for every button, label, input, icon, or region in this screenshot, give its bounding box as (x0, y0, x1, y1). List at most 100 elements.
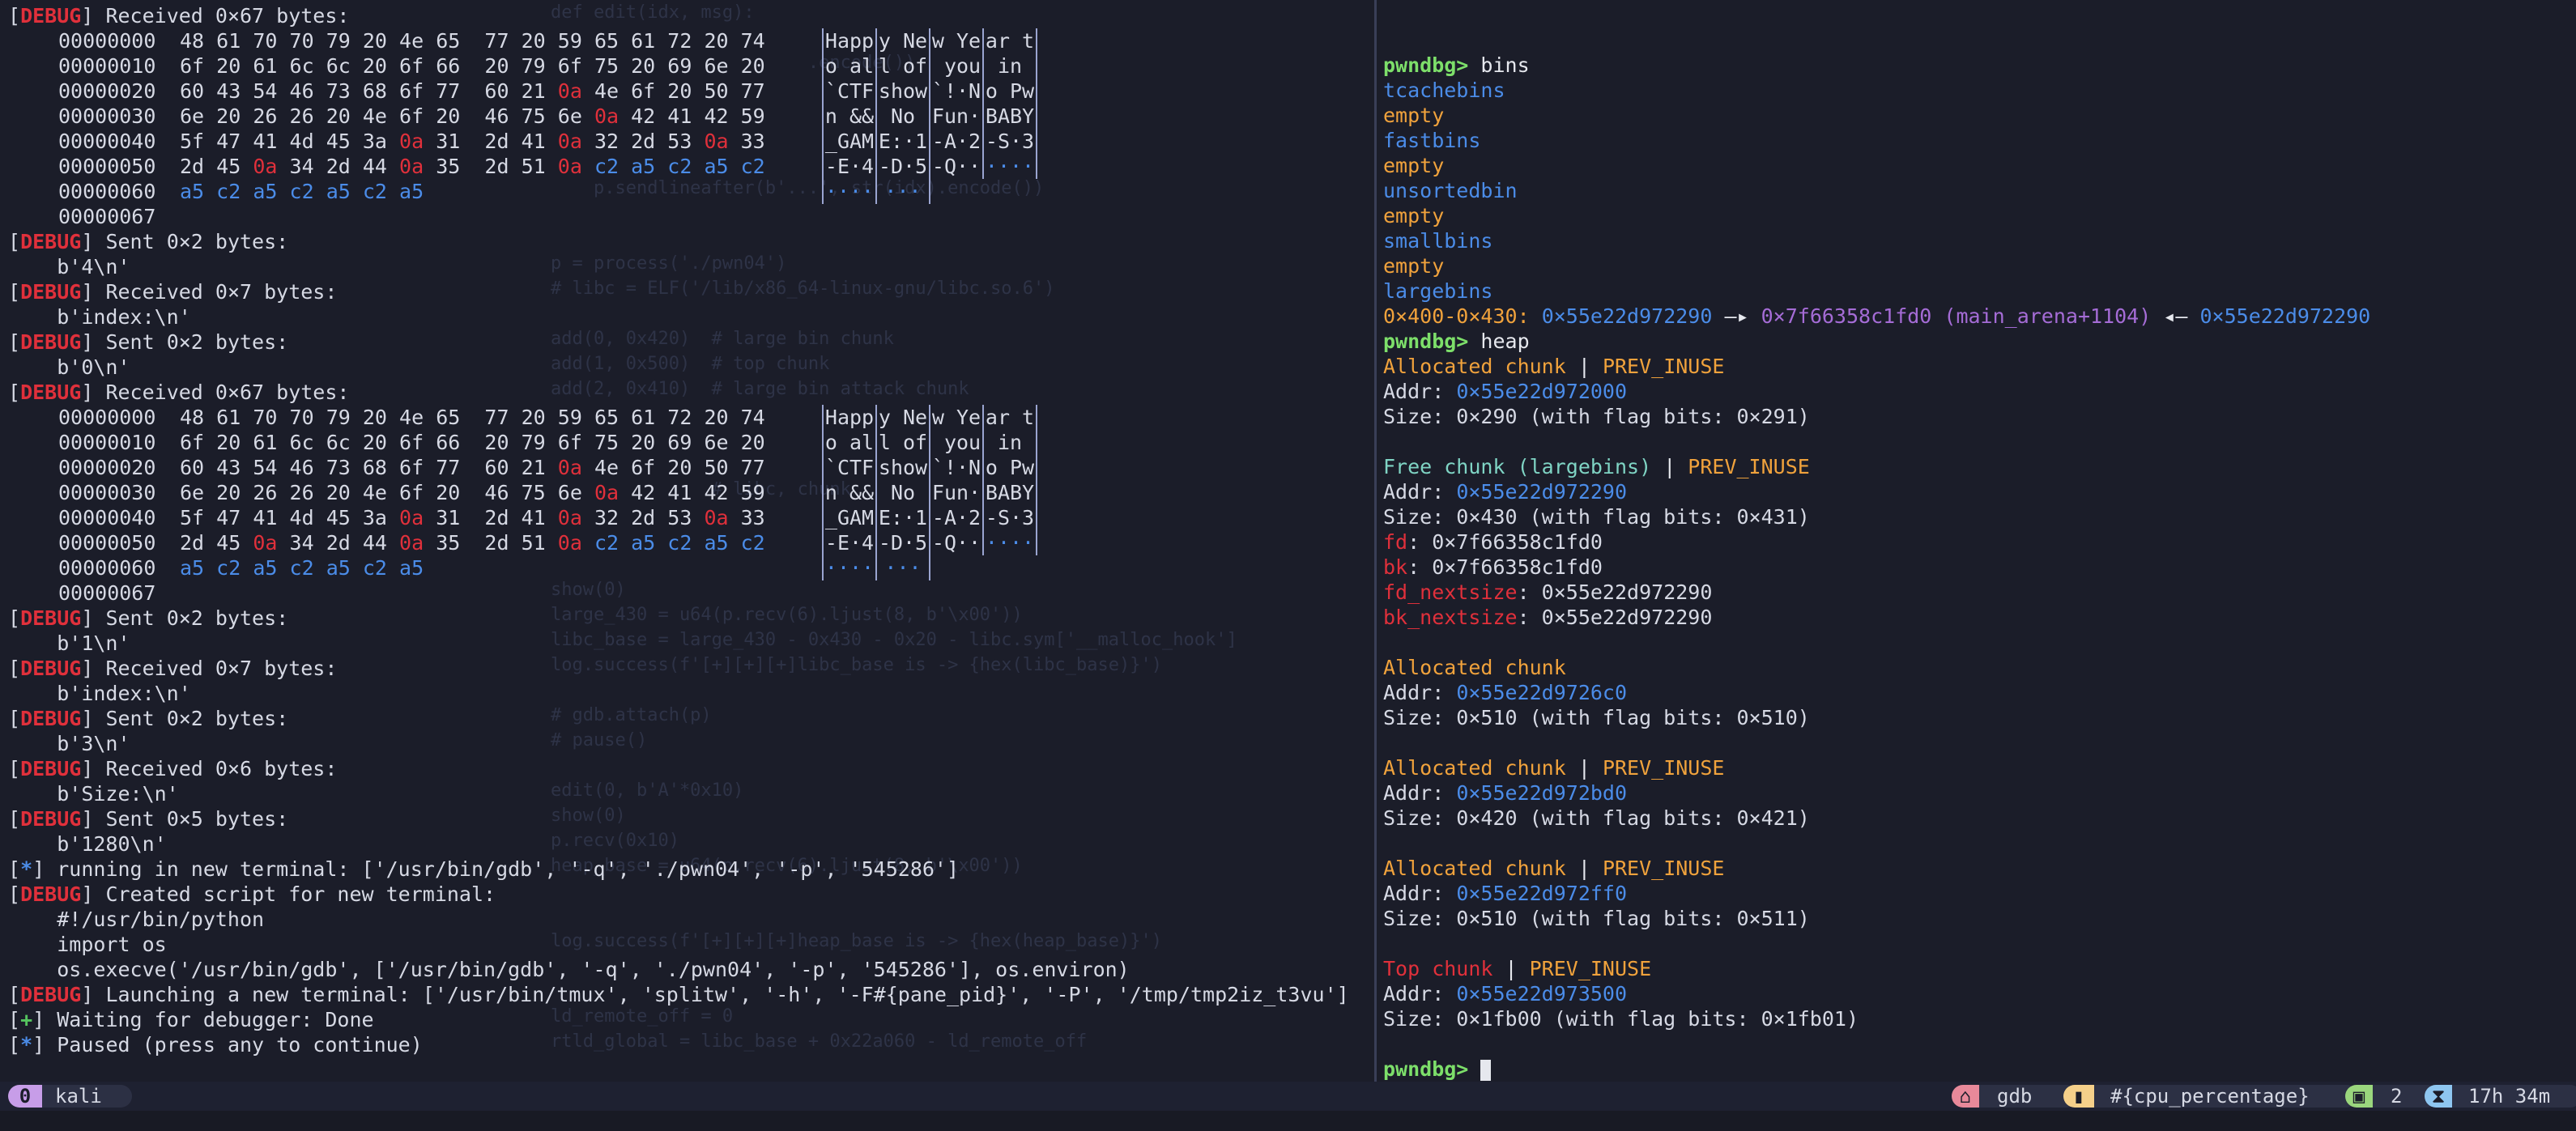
ascii-cell: y Ne (875, 28, 929, 53)
hex-byte: 6c (326, 431, 351, 454)
info-tag: * (20, 857, 33, 881)
label: fd (1383, 530, 1408, 554)
label: Addr: (1383, 480, 1457, 504)
output-text: os.execve('/usr/bin/gdb', ['/usr/bin/gdb… (57, 958, 1130, 981)
output-line: [DEBUG] Launching a new terminal: ['/usr… (8, 982, 1349, 1007)
bracket: ] (81, 657, 106, 680)
chunk-header: Allocated chunk | PREV_INUSE (1383, 856, 2370, 881)
text-cursor[interactable] (1480, 1060, 1492, 1081)
chunk-header: Allocated chunk (1383, 655, 2370, 680)
hex-ascii: `CTF show `!·N o Pw (822, 455, 1037, 480)
bin-header: fastbins (1383, 129, 1481, 152)
window-name[interactable]: kali (42, 1085, 132, 1108)
hex-byte: 0a (557, 130, 582, 153)
hex-byte: 20 (484, 54, 509, 78)
hex-byte: 51 (521, 155, 546, 178)
hex-byte: 20 (362, 54, 387, 78)
chunk-header: Allocated chunk | PREV_INUSE (1383, 755, 2370, 780)
address: 0×55e22d972290 (1456, 480, 1628, 504)
window-index[interactable]: 0 (8, 1085, 42, 1108)
hex-byte: 79 (326, 29, 351, 53)
prompt: pwndbg> (1383, 330, 1469, 353)
hex-byte: 4e (399, 406, 424, 429)
hex-byte: c2 (289, 180, 314, 203)
hex-byte: 46 (484, 481, 509, 504)
hex-byte: 20 (362, 406, 387, 429)
cpu-icon: ▮ (2063, 1085, 2094, 1108)
ascii-cell: w Ye (929, 405, 982, 430)
bracket: [ (8, 1008, 21, 1031)
debug-tag: DEBUG (20, 4, 82, 28)
hexdump-row: 00000000 48 61 70 70 79 20 4e 65 77 20 59… (8, 405, 1349, 430)
output-line: import os (8, 932, 1349, 957)
hex-byte: 54 (253, 79, 278, 103)
hex-byte: 60 (484, 79, 509, 103)
output-line: [DEBUG] Received 0×67 bytes: (8, 380, 1349, 405)
hex-offset: 00000060 (58, 556, 156, 580)
bracket: ] (81, 707, 106, 730)
output-line: os.execve('/usr/bin/gdb', ['/usr/bin/gdb… (8, 957, 1349, 982)
ascii-cell: _GAM (822, 129, 875, 154)
ascii-cell: o Pw (982, 79, 1037, 104)
blank (1383, 1031, 2370, 1057)
left-terminal-pane[interactable]: [DEBUG] Received 0×67 bytes: 00000000 48 6… (0, 0, 1374, 1082)
ascii-cell: BABY (982, 104, 1037, 129)
chunk-size: Size: 0×1fb00 (with flag bits: 0×1fb01) (1383, 1007, 1859, 1031)
hex-byte: 2d (631, 506, 656, 529)
right-terminal-pane[interactable]: pwndbg> bins tcachebins empty fastbins e… (1377, 0, 2576, 1082)
flag: PREV_INUSE (1602, 857, 1725, 880)
hex-byte: c2 (667, 155, 692, 178)
ascii-cell: you (929, 430, 982, 455)
label: fd_nextsize (1383, 580, 1518, 604)
hex-byte: 48 (180, 29, 205, 53)
hex-ascii: -E·4 -D·5 -Q·· ···· (822, 530, 1037, 555)
hex-byte: 42 (704, 104, 729, 128)
hex-offset: 00000020 (58, 79, 156, 103)
hex-ascii: o al l of you in (822, 53, 1037, 79)
hex-ascii: n && No Fun· BABY (822, 104, 1037, 129)
prompt: pwndbg> (1383, 53, 1469, 77)
hex-offset: 00000010 (58, 54, 156, 78)
hex-byte: 20 (216, 54, 241, 78)
chunk-size: Size: 0×510 (with flag bits: 0×510) (1383, 706, 1810, 729)
active-prompt-line[interactable]: pwndbg> (1383, 1057, 2370, 1082)
hex-byte: 41 (253, 130, 278, 153)
bracket: ] (81, 807, 106, 831)
output-text: Received 0×6 bytes: (105, 757, 338, 780)
hex-byte: 0a (253, 155, 278, 178)
hex-byte: 5f (180, 506, 205, 529)
hex-byte: 77 (436, 456, 461, 479)
output-line: [*] Paused (press any to continue) (8, 1032, 1349, 1057)
value: : 0×55e22d972290 (1517, 606, 1713, 629)
hex-byte: 43 (216, 456, 241, 479)
session-icon: ▣ (2345, 1085, 2373, 1108)
hex-byte: 2d (180, 155, 205, 178)
output-text: b'index:\n' (57, 305, 191, 329)
hex-bytes: 2d 45 0a 34 2d 44 0a 35 2d 51 0a c2 a5 c… (180, 154, 933, 179)
hex-byte: c2 (216, 180, 241, 203)
output-line: [DEBUG] Sent 0×2 bytes: (8, 706, 1349, 731)
hex-byte: 66 (436, 54, 461, 78)
hex-byte: 6e (180, 104, 205, 128)
hex-byte: 20 (667, 456, 692, 479)
hex-byte: 45 (216, 531, 241, 555)
bracket: ] (32, 857, 57, 881)
hex-ascii: _GAM E:·1 -A·2 -S·3 (822, 505, 1037, 530)
hex-byte: 45 (216, 155, 241, 178)
hex-byte: 2d (484, 130, 509, 153)
flag: PREV_INUSE (1602, 355, 1725, 378)
hex-byte: 41 (521, 506, 546, 529)
flag: PREV_INUSE (1602, 756, 1725, 780)
bin-value: empty (1383, 204, 1445, 227)
hex-byte: 26 (289, 481, 314, 504)
hex-byte: 2d (484, 155, 509, 178)
hex-byte: 0a (557, 155, 582, 178)
address: 0×55e22d972ff0 (1456, 882, 1628, 905)
bracket: ] (81, 606, 106, 630)
hex-byte: a5 (704, 531, 729, 555)
separator: | (1651, 455, 1688, 478)
hex-byte: 72 (667, 406, 692, 429)
hex-byte: 26 (253, 481, 278, 504)
hex-ascii: `CTF show `!·N o Pw (822, 79, 1037, 104)
blank (1383, 831, 2370, 856)
